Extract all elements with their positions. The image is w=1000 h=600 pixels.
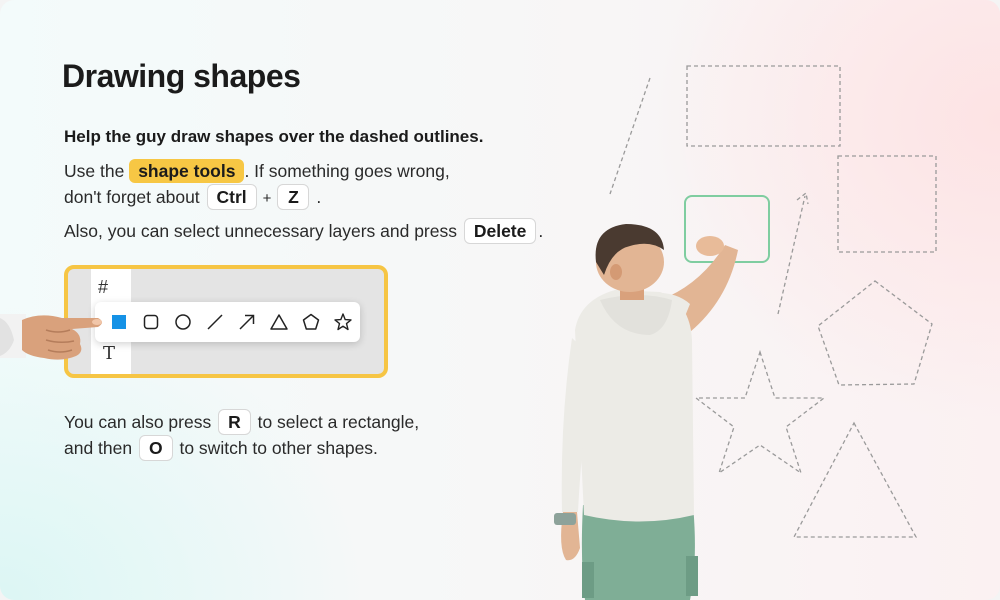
arrow-tool-icon[interactable] [231,306,263,338]
shape-tools-panel [95,302,360,342]
ellipse-tool-icon[interactable] [167,306,199,338]
dashed-arrow-outline [777,195,806,315]
dashed-rectangle-outline [686,65,841,147]
drawing-illustration [554,65,937,600]
instructions-paragraph-2: Also, you can select unnecessary layers … [64,218,543,244]
page-title: Drawing shapes [62,58,301,94]
dashed-arrow-head [796,191,809,205]
triangle-tool-icon[interactable] [263,306,295,338]
delete-key: Delete [463,218,537,244]
instructions-paragraph-3: You can also press R to select a rectang… [64,409,419,461]
dashed-triangle-outline [792,421,918,538]
frame-tool-icon[interactable]: # [98,277,108,298]
toolbar-illustration: # T [64,265,388,378]
shape-tools-highlight: shape tools [129,159,245,183]
ctrl-key: Ctrl [206,184,257,210]
lead-text: Help the guy draw shapes over the dashed… [64,127,484,146]
pentagon-tool-icon[interactable] [295,306,327,338]
dashed-line-outline [609,77,651,195]
dashed-square-outline [837,155,937,253]
o-key: O [138,435,173,461]
rounded-rectangle-tool-icon[interactable] [135,306,167,338]
dashed-pentagon-outline [817,280,933,386]
line-tool-icon[interactable] [199,306,231,338]
instructions-paragraph-1: Use the shape tools. If something goes w… [64,158,450,212]
pointing-hand-icon [0,314,102,360]
z-key: Z [277,184,310,210]
man-figure [554,224,738,600]
dashed-star-outline [694,349,826,475]
r-key: R [218,409,251,435]
lesson-card: Drawing shapes Help the guy draw shapes … [0,0,1000,600]
star-tool-icon[interactable] [327,306,359,338]
